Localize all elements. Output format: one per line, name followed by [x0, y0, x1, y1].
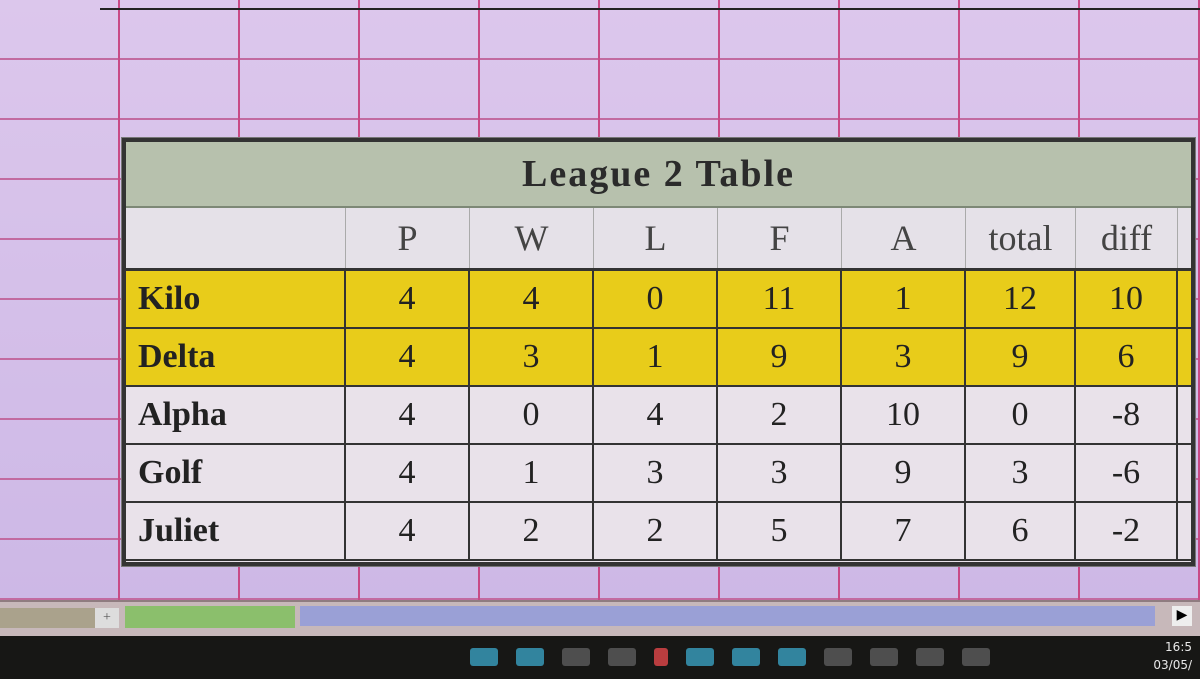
- diff-cell[interactable]: 10: [1076, 271, 1178, 327]
- header-total[interactable]: total: [966, 208, 1076, 268]
- header-p[interactable]: P: [346, 208, 470, 268]
- wifi-icon[interactable]: [870, 648, 898, 666]
- lost-cell[interactable]: 2: [594, 503, 718, 559]
- total-cell[interactable]: 9: [966, 329, 1076, 385]
- table-row: Alpha 4 0 4 2 10 0 -8: [126, 387, 1191, 445]
- sheet-tabs-area[interactable]: [0, 608, 95, 628]
- played-cell[interactable]: 4: [346, 329, 470, 385]
- lost-cell[interactable]: 1: [594, 329, 718, 385]
- media-icon[interactable]: [654, 648, 668, 666]
- volume-icon[interactable]: [916, 648, 944, 666]
- previous-table-bottom-border: [100, 0, 1200, 10]
- windows-taskbar: 16:5 03/05/: [0, 636, 1200, 679]
- excel-icon[interactable]: [732, 648, 760, 666]
- league-table: League 2 Table P W L F A total diff Kilo…: [122, 138, 1195, 566]
- notification-icon[interactable]: [962, 648, 990, 666]
- lost-cell[interactable]: 0: [594, 271, 718, 327]
- table-title: League 2 Table: [522, 153, 795, 195]
- total-cell[interactable]: 3: [966, 445, 1076, 501]
- for-cell[interactable]: 3: [718, 445, 842, 501]
- diff-cell[interactable]: -6: [1076, 445, 1178, 501]
- tray-app-icon[interactable]: [824, 648, 852, 666]
- taskbar-icons: [470, 648, 990, 666]
- team-cell[interactable]: Juliet: [126, 503, 346, 559]
- table-row: Delta 4 3 1 9 3 9 6: [126, 329, 1191, 387]
- against-cell[interactable]: 3: [842, 329, 966, 385]
- diff-cell[interactable]: -2: [1076, 503, 1178, 559]
- total-cell[interactable]: 6: [966, 503, 1076, 559]
- team-cell[interactable]: Delta: [126, 329, 346, 385]
- header-w[interactable]: W: [470, 208, 594, 268]
- lost-cell[interactable]: 3: [594, 445, 718, 501]
- table-title-row: League 2 Table: [126, 142, 1191, 208]
- taskbar-clock[interactable]: 16:5 03/05/: [1102, 638, 1192, 674]
- diff-cell[interactable]: -8: [1076, 387, 1178, 443]
- against-cell[interactable]: 9: [842, 445, 966, 501]
- won-cell[interactable]: 0: [470, 387, 594, 443]
- team-cell[interactable]: Golf: [126, 445, 346, 501]
- table-row: Juliet 4 2 2 5 7 6 -2: [126, 503, 1191, 561]
- table-row: Kilo 4 4 0 11 1 12 10: [126, 271, 1191, 329]
- horizontal-scrollbar[interactable]: [300, 606, 1155, 626]
- against-cell[interactable]: 10: [842, 387, 966, 443]
- active-sheet-tab[interactable]: [125, 606, 295, 628]
- header-team[interactable]: [126, 208, 346, 268]
- won-cell[interactable]: 2: [470, 503, 594, 559]
- played-cell[interactable]: 4: [346, 271, 470, 327]
- diff-cell[interactable]: 6: [1076, 329, 1178, 385]
- add-sheet-icon[interactable]: +: [95, 608, 119, 628]
- won-cell[interactable]: 3: [470, 329, 594, 385]
- team-cell[interactable]: Kilo: [126, 271, 346, 327]
- won-cell[interactable]: 1: [470, 445, 594, 501]
- played-cell[interactable]: 4: [346, 445, 470, 501]
- start-icon[interactable]: [470, 648, 498, 666]
- for-cell[interactable]: 5: [718, 503, 842, 559]
- against-cell[interactable]: 1: [842, 271, 966, 327]
- document-icon[interactable]: [608, 648, 636, 666]
- for-cell[interactable]: 9: [718, 329, 842, 385]
- total-cell[interactable]: 12: [966, 271, 1076, 327]
- scroll-right-icon[interactable]: ▶: [1172, 606, 1192, 626]
- team-cell[interactable]: Alpha: [126, 387, 346, 443]
- file-explorer-icon[interactable]: [516, 648, 544, 666]
- header-l[interactable]: L: [594, 208, 718, 268]
- horizontal-scroll-area: + ▶: [0, 600, 1200, 638]
- header-diff[interactable]: diff: [1076, 208, 1178, 268]
- for-cell[interactable]: 2: [718, 387, 842, 443]
- header-a[interactable]: A: [842, 208, 966, 268]
- lost-cell[interactable]: 4: [594, 387, 718, 443]
- total-cell[interactable]: 0: [966, 387, 1076, 443]
- played-cell[interactable]: 4: [346, 387, 470, 443]
- network-app-icon[interactable]: [686, 648, 714, 666]
- header-row: P W L F A total diff: [126, 208, 1191, 271]
- played-cell[interactable]: 4: [346, 503, 470, 559]
- for-cell[interactable]: 11: [718, 271, 842, 327]
- won-cell[interactable]: 4: [470, 271, 594, 327]
- clock-date: 03/05/: [1153, 658, 1192, 672]
- header-f[interactable]: F: [718, 208, 842, 268]
- browser-icon[interactable]: [778, 648, 806, 666]
- against-cell[interactable]: 7: [842, 503, 966, 559]
- table-row: Golf 4 1 3 3 9 3 -6: [126, 445, 1191, 503]
- calculator-icon[interactable]: [562, 648, 590, 666]
- clock-time: 16:5: [1165, 640, 1192, 654]
